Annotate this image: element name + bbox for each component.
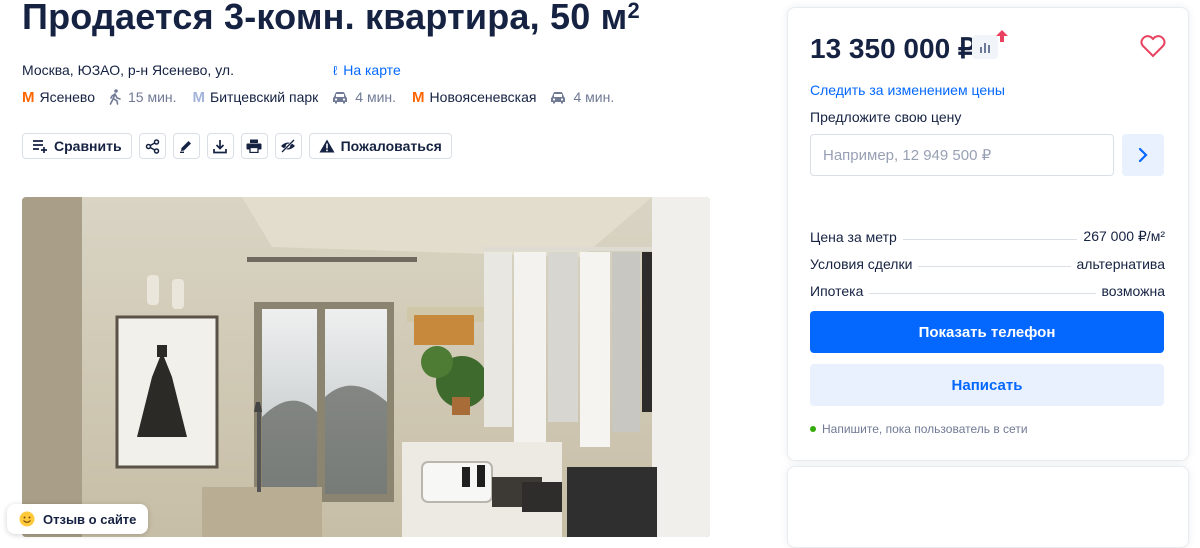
car-icon [333,91,348,103]
report-button[interactable]: Пожаловаться [308,133,452,159]
offer-submit-button[interactable] [1122,134,1164,176]
hide-button[interactable] [274,133,302,159]
spec-row: Цена за метр 267 000 ₽/м² [810,218,1165,245]
spec-key: Условия сделки [810,256,913,272]
compare-label: Сравнить [54,138,122,154]
spec-value: 267 000 ₽/м² [1083,228,1165,244]
compare-icon [33,140,47,153]
chevron-right-icon [1138,147,1148,163]
edit-button[interactable] [172,133,200,159]
spec-row: Ипотека возможна [810,272,1165,299]
price-up-arrow-icon [996,30,1008,42]
site-feedback-button[interactable]: Отзыв о сайте [7,504,149,534]
map-pin-icon: ℓ [333,62,338,78]
favorite-heart-icon[interactable] [1140,34,1166,58]
offer-label: Предложите свою цену [810,109,962,125]
car-icon [551,91,566,103]
travel-time: 4 мин. [573,89,615,105]
download-icon [213,139,227,153]
title-text: Продается 3-комн. квартира, 50 м [22,0,628,37]
metro-icon: М [192,88,206,106]
online-dot-icon [810,426,816,432]
listing-toolbar: Сравнить Пожаловаться [22,133,452,159]
print-icon [246,139,262,153]
metro-name: Новоясеневская [429,89,537,105]
bar-chart-icon [980,43,990,53]
share-button[interactable] [138,133,166,159]
metro-icon: М [412,88,425,106]
online-hint-text: Напишите, пока пользователь в сети [822,422,1028,436]
spec-key: Ипотека [810,283,864,299]
title-sup: 2 [627,0,640,23]
travel-time: 4 мин. [355,89,397,105]
online-hint: Напишите, пока пользователь в сети [810,422,1028,436]
compare-button[interactable]: Сравнить [22,133,132,159]
metro-name: Ясенево [39,89,95,105]
spec-value: альтернатива [1076,256,1166,272]
track-price-link[interactable]: Следить за изменением цены [810,82,1005,98]
feedback-label: Отзыв о сайте [43,511,137,527]
metro-icon: М [22,88,35,106]
hide-icon [281,139,296,153]
edit-icon [180,141,192,153]
price-specs: Цена за метр 267 000 ₽/м² Условия сделки… [810,218,1165,299]
price-card: 13 350 000 ₽ Следить за изменением цены … [787,7,1189,461]
metro-name: Битцевский парк [210,89,319,105]
show-phone-button[interactable]: Показать телефон [810,311,1164,353]
print-button[interactable] [240,133,268,159]
secondary-card [787,466,1189,548]
map-link[interactable]: ℓ На карте [333,62,401,78]
smile-icon [19,511,35,527]
offer-price-input[interactable] [810,134,1114,176]
address[interactable]: Москва, ЮЗАО, р-н Ясенево, ул. [22,62,234,78]
spec-dots [902,239,1078,240]
walk-icon [109,89,121,105]
share-icon [145,138,159,154]
metro-travel: 4 мин. [332,89,396,105]
spec-dots [918,266,1071,267]
write-message-button[interactable]: Написать [810,364,1164,406]
spec-key: Цена за метр [810,229,897,245]
report-label: Пожаловаться [340,138,442,154]
price: 13 350 000 ₽ [810,33,976,64]
download-button[interactable] [206,133,234,159]
spec-value: возможна [1101,283,1165,299]
map-link-label: На карте [343,62,401,78]
metro-item[interactable]: М Новоясеневская 4 мин. [412,89,614,105]
metro-item[interactable]: М Ясенево 15 мин. [22,89,177,105]
metro-item[interactable]: М Битцевский парк 4 мин. [193,89,397,105]
room-photo [22,197,710,537]
spec-dots [869,293,1096,294]
listing-title: Продается 3-комн. квартира, 50 м2 [22,0,640,38]
spec-row: Условия сделки альтернатива [810,245,1165,272]
metro-list: М Ясенево 15 мин. М Битцевский парк 4 ми… [22,89,630,105]
listing-photo[interactable] [22,197,710,537]
metro-travel: 4 мин. [550,89,614,105]
travel-time: 15 мин. [127,89,177,105]
warning-icon [319,139,335,153]
metro-travel: 15 мин. [109,89,177,105]
